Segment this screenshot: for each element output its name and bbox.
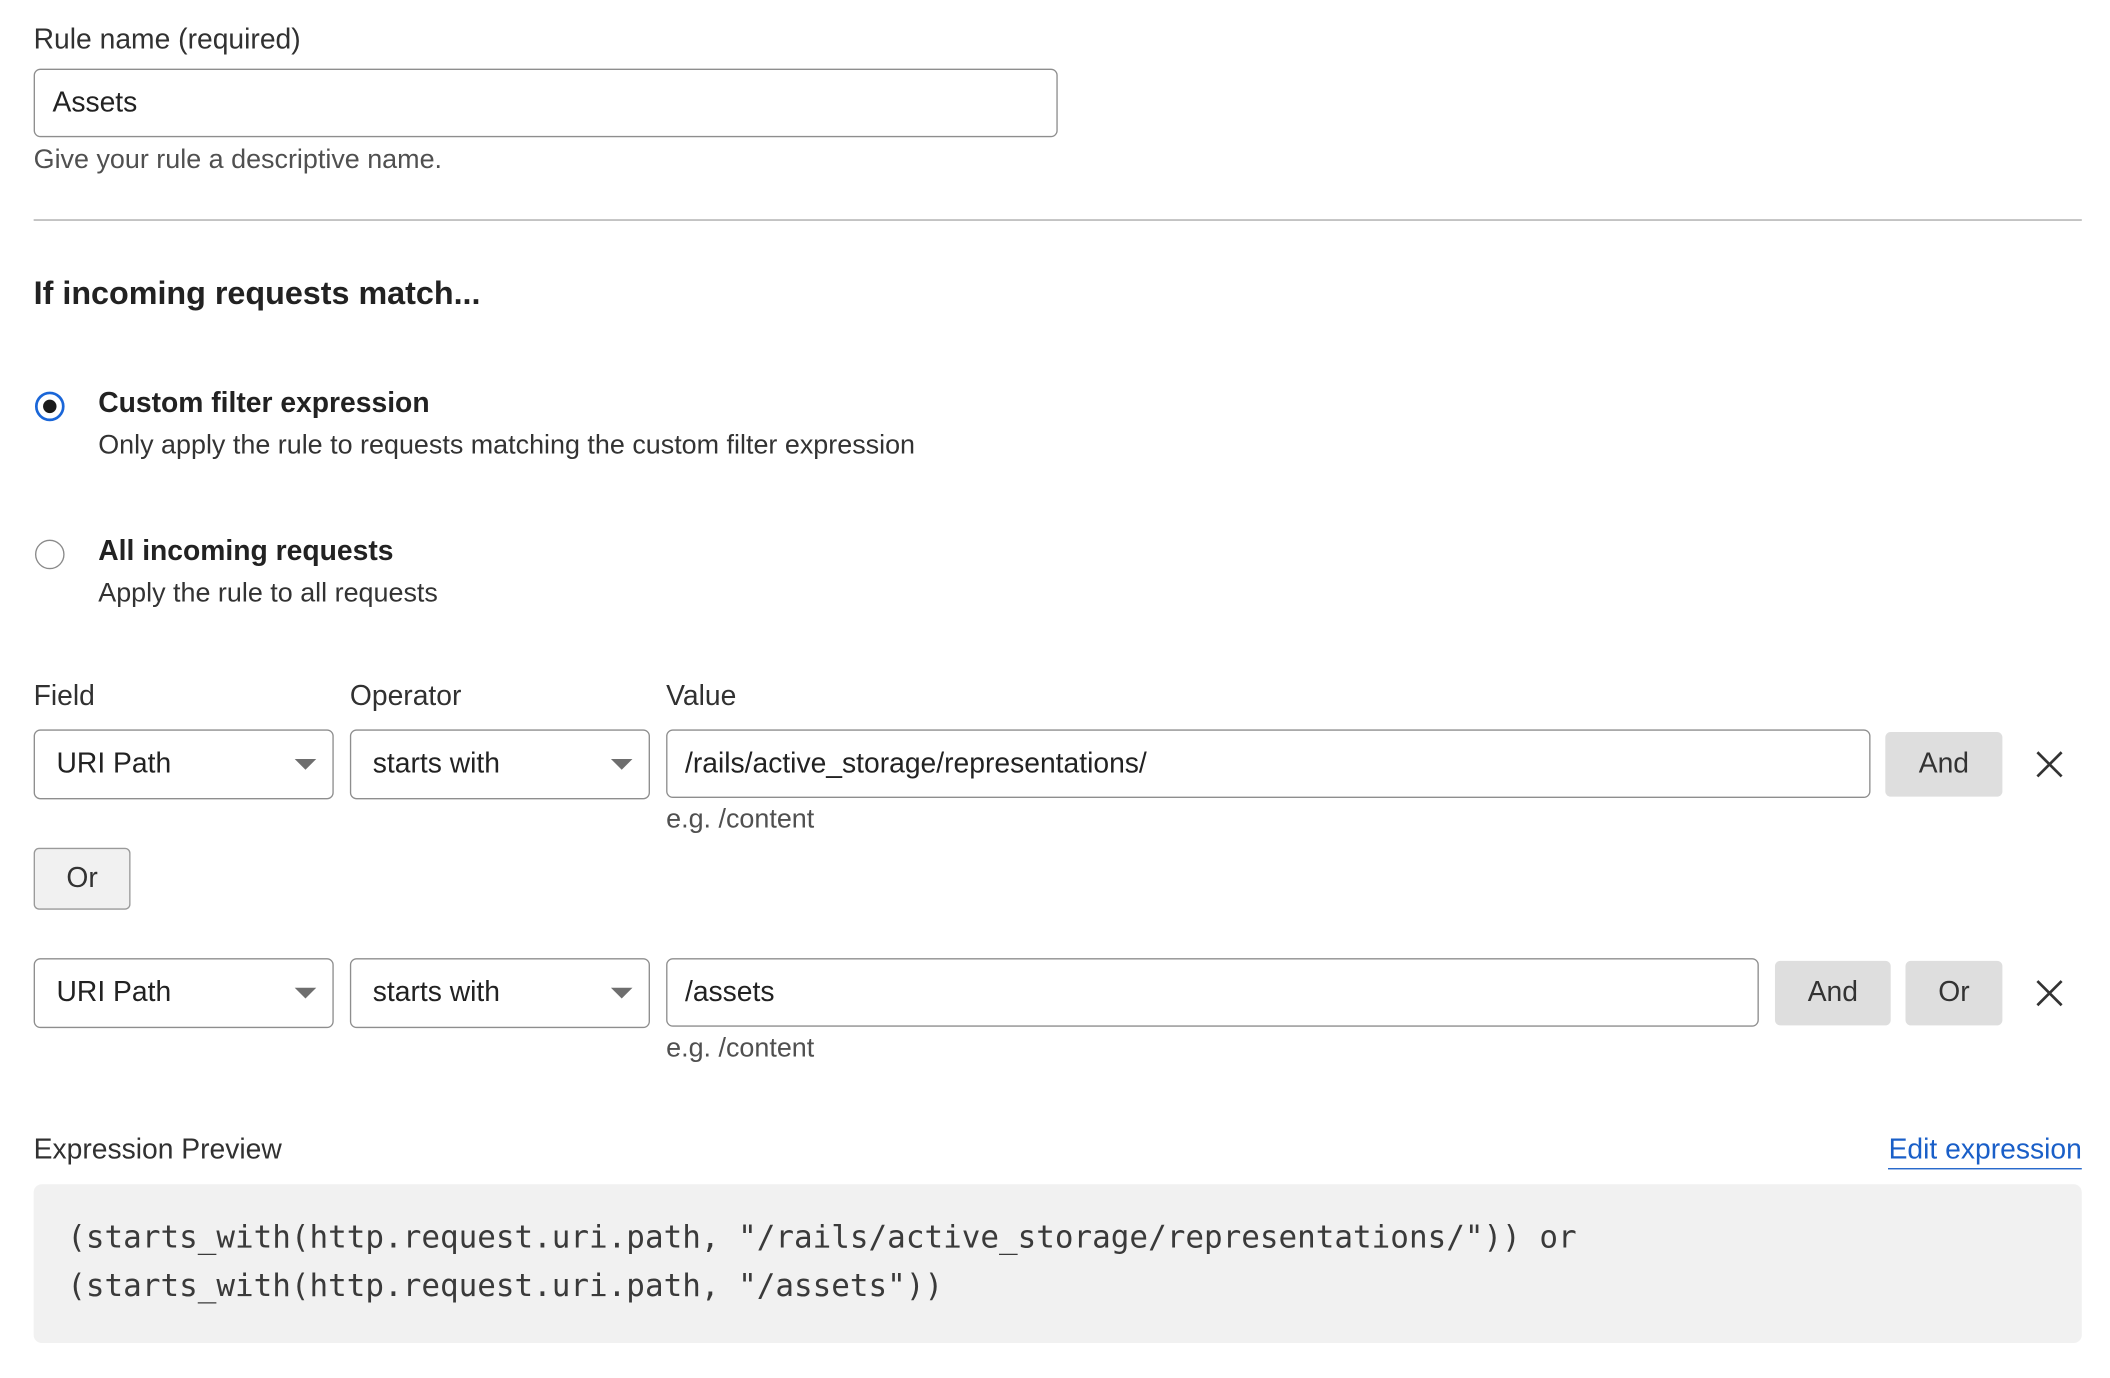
field-select-2-value: URI Path bbox=[56, 976, 172, 1008]
operator-select-2-value: starts with bbox=[372, 976, 500, 1008]
operator-select-1-value: starts with bbox=[372, 748, 500, 780]
rule-name-input[interactable] bbox=[33, 68, 1058, 138]
value-hint-1: e.g. /content bbox=[666, 804, 815, 835]
all-requests-radio[interactable] bbox=[34, 539, 65, 570]
operator-select-1[interactable]: starts with bbox=[349, 729, 650, 800]
chevron-down-icon bbox=[610, 758, 633, 770]
radio-selected-dot bbox=[43, 399, 57, 414]
operator-select-2[interactable]: starts with bbox=[349, 958, 650, 1029]
expression-line-1: (starts_with(http.request.uri.path, "/ra… bbox=[67, 1220, 1577, 1256]
field-select-2[interactable]: URI Path bbox=[33, 958, 334, 1029]
custom-filter-description: Only apply the rule to requests matching… bbox=[98, 430, 916, 461]
field-select-1[interactable]: URI Path bbox=[33, 729, 334, 800]
expression-preview-label: Expression Preview bbox=[33, 1134, 282, 1166]
rule-name-label: Rule name (required) bbox=[33, 24, 301, 56]
edit-expression-link[interactable]: Edit expression bbox=[1888, 1133, 2082, 1170]
expression-line-2: (starts_with(http.request.uri.path, "/as… bbox=[67, 1268, 944, 1304]
value-hint-2: e.g. /content bbox=[666, 1033, 815, 1064]
field-column-label: Field bbox=[33, 680, 95, 712]
match-section-title: If incoming requests match... bbox=[33, 275, 481, 313]
or-button[interactable]: Or bbox=[33, 847, 131, 910]
operator-column-label: Operator bbox=[349, 680, 462, 712]
and-button-1[interactable]: And bbox=[1885, 732, 2003, 797]
chevron-down-icon bbox=[294, 987, 317, 999]
rule-name-help: Give your rule a descriptive name. bbox=[33, 145, 443, 175]
all-requests-title[interactable]: All incoming requests bbox=[98, 536, 393, 568]
or-button-2[interactable]: Or bbox=[1905, 960, 2003, 1026]
close-icon[interactable] bbox=[2032, 976, 2067, 1011]
and-button-2[interactable]: And bbox=[1774, 960, 1891, 1026]
value-column-label: Value bbox=[666, 680, 737, 712]
custom-filter-radio[interactable] bbox=[34, 391, 65, 422]
expression-preview-box: (starts_with(http.request.uri.path, "/ra… bbox=[33, 1184, 2082, 1344]
chevron-down-icon bbox=[610, 987, 633, 999]
custom-filter-title[interactable]: Custom filter expression bbox=[98, 388, 429, 420]
value-input-1[interactable] bbox=[666, 729, 1871, 799]
value-input-2[interactable] bbox=[666, 958, 1759, 1027]
close-icon[interactable] bbox=[2032, 747, 2067, 782]
all-requests-description: Apply the rule to all requests bbox=[98, 578, 438, 609]
section-divider bbox=[33, 219, 2082, 221]
rule-form: Rule name (required) Give your rule a de… bbox=[0, 0, 2110, 1378]
chevron-down-icon bbox=[294, 758, 317, 770]
field-select-1-value: URI Path bbox=[56, 748, 172, 780]
